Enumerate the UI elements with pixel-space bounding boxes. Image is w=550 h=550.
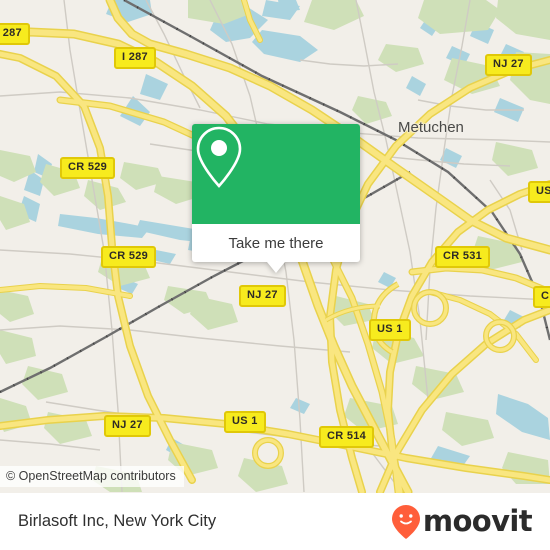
road-shield-us1-mid[interactable]: US 1 xyxy=(369,319,411,341)
popup-pointer-tail xyxy=(267,262,285,273)
road-shield-cr-edge[interactable]: C xyxy=(533,286,550,308)
moovit-wordmark: moovit xyxy=(422,504,533,538)
osm-attribution[interactable]: © OpenStreetMap contributors xyxy=(0,466,184,487)
road-shield-us1-south[interactable]: US 1 xyxy=(224,411,266,433)
road-shield-nj27-north[interactable]: NJ 27 xyxy=(485,54,532,76)
road-shield-nj27-south[interactable]: NJ 27 xyxy=(104,415,151,437)
road-shield-nj27-mid[interactable]: NJ 27 xyxy=(239,285,286,307)
footer-bar: Birlasoft Inc, New York City moovit xyxy=(0,493,550,550)
map-screen: Metuchen I 287 I 287 NJ 27 CR 529 US 1 C… xyxy=(0,0,550,550)
place-label-metuchen: Metuchen xyxy=(398,119,464,136)
moovit-logo[interactable]: moovit xyxy=(391,504,533,540)
road-shield-i287-west[interactable]: I 287 xyxy=(0,23,30,45)
road-shield-cr531[interactable]: CR 531 xyxy=(435,246,491,268)
map-canvas[interactable]: Metuchen I 287 I 287 NJ 27 CR 529 US 1 C… xyxy=(0,0,550,493)
map-pin-icon xyxy=(196,126,242,188)
road-shield-us1-east[interactable]: US 1 xyxy=(528,181,550,203)
road-shield-cr514[interactable]: CR 514 xyxy=(319,426,375,448)
take-me-there-button[interactable]: Take me there xyxy=(192,224,360,262)
road-shield-i287[interactable]: I 287 xyxy=(114,47,156,69)
location-title: Birlasoft Inc, New York City xyxy=(18,512,217,530)
road-shield-cr529-lower[interactable]: CR 529 xyxy=(101,246,157,268)
location-popup[interactable]: Take me there xyxy=(192,124,360,273)
take-me-there-label: Take me there xyxy=(228,234,324,252)
moovit-pin-icon xyxy=(391,504,420,539)
road-shield-cr529-upper[interactable]: CR 529 xyxy=(60,157,116,179)
popup-image-panel xyxy=(192,124,360,224)
